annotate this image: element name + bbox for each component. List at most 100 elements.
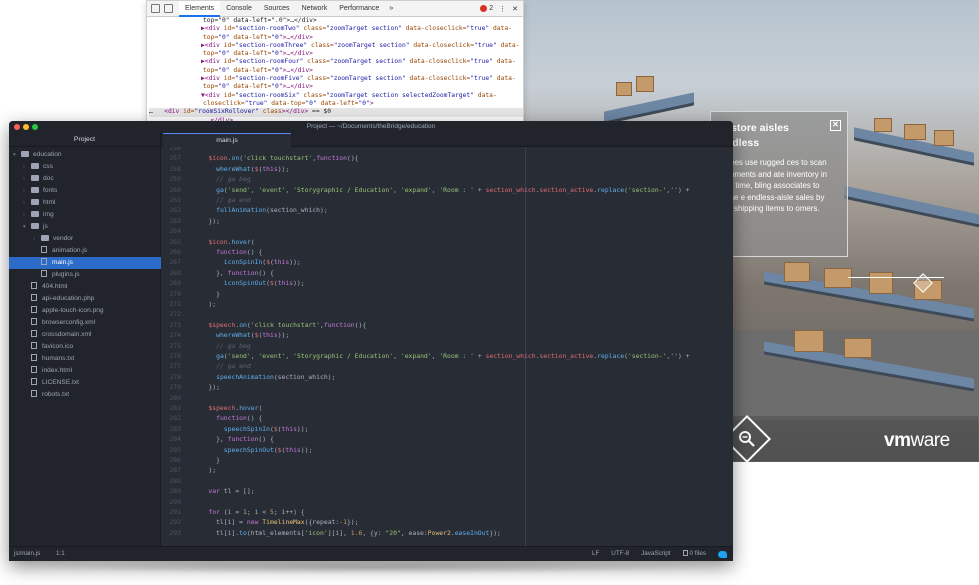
devtools-tabbar: Elements Console Sources Network Performance… (147, 1, 523, 17)
code-token: tl = []; (219, 487, 255, 496)
chevron-down-icon[interactable]: ▾ (23, 221, 31, 233)
tree-file[interactable]: LICENSE.txt (23, 377, 79, 389)
inspect-icon[interactable] (151, 4, 160, 13)
twitter-bird-icon[interactable] (718, 550, 727, 558)
tree-file[interactable]: crossdomain.xml (23, 329, 91, 341)
devtools-tab-elements[interactable]: Elements (179, 1, 221, 17)
dom-node-line[interactable]: top="0" data-left="0">…</div> (149, 34, 523, 42)
code-token: 'event' (258, 352, 286, 360)
dom-node-line[interactable]: top="0" data-left="0">…</div> (149, 50, 523, 58)
code-token: )); (277, 331, 290, 340)
code-token: $speech (208, 404, 236, 412)
tree-file[interactable]: humans.txt (23, 353, 74, 365)
popup-close-icon[interactable]: ✕ (830, 120, 841, 131)
folder-icon (41, 234, 49, 241)
dom-node-line[interactable]: top="0" data-left=".0">…</div> (149, 17, 523, 25)
chevron-right-icon[interactable]: › (23, 161, 31, 173)
status-grammar[interactable]: JavaScript (641, 547, 670, 561)
tree-file[interactable]: main.js (9, 257, 161, 269)
more-tabs-button[interactable]: » (385, 5, 397, 12)
code-line: 285 speechSpinOut($(this)); (161, 445, 733, 455)
code-token: ); (193, 466, 217, 475)
tree-folder[interactable]: › doc (23, 173, 54, 185)
line-number: 291 (169, 508, 181, 516)
tree-file[interactable]: favicon.ico (23, 341, 73, 353)
dom-node-line[interactable]: ▶<div id="section-roomTwo" class="zoomTa… (149, 25, 523, 33)
tree-file[interactable]: api-education.php (23, 293, 94, 305)
line-number: 265 (169, 237, 181, 246)
tree-file[interactable]: robots.txt (23, 389, 69, 401)
chevron-right-icon[interactable]: › (23, 197, 31, 209)
chevron-down-icon[interactable]: ▾ (13, 149, 21, 161)
tree-folder[interactable]: › css (23, 161, 53, 173)
chevron-right-icon[interactable]: › (33, 233, 41, 245)
devtools-tab-network[interactable]: Network (296, 1, 334, 17)
tab-main-js[interactable]: main.js (163, 133, 291, 147)
tree-folder[interactable]: › fonts (23, 185, 57, 197)
dom-token: "zoomTarget section" (326, 25, 402, 33)
chevron-right-icon[interactable]: › (23, 185, 31, 197)
tree-file[interactable]: 404.html (23, 281, 67, 293)
tree-item-content: browserconfig.xml (23, 318, 95, 326)
tree-folder[interactable]: ▾ education (13, 149, 62, 161)
line-number: 263 (169, 216, 181, 225)
dom-token: id= (223, 41, 236, 49)
dom-token: class= (303, 75, 330, 83)
dom-token: "true" (470, 75, 493, 83)
tree-file[interactable]: animation.js (33, 245, 87, 257)
error-badge[interactable]: 2 (480, 5, 493, 12)
code-area[interactable]: 256 257 $icon.on('click touchstart',funct… (161, 147, 733, 546)
tree-folder[interactable]: › vendor (33, 233, 73, 245)
tree-folder[interactable]: ▾ js (23, 221, 48, 233)
tree-file[interactable]: apple-touch-icon.png (23, 305, 104, 317)
dom-node-line[interactable]: ▶<div id="section-roomFour" class="zoomT… (149, 58, 523, 66)
device-toolbar-icon[interactable] (164, 4, 173, 13)
tree-file[interactable]: browserconfig.xml (23, 317, 95, 329)
close-icon[interactable]: ✕ (512, 5, 518, 13)
dom-token: > (369, 99, 374, 107)
code-token: for (208, 508, 220, 516)
cardboard-box (904, 124, 926, 140)
line-number: 287 (169, 466, 181, 475)
status-cursor-position[interactable]: 1:1 (56, 550, 65, 557)
code-token: ; i < (246, 508, 270, 516)
code-line: 258 whereWhat($(this)); (161, 164, 733, 174)
code-token: replace (597, 185, 625, 194)
dom-node-line[interactable]: top="0" data-left="0">…</div> (149, 83, 523, 91)
dom-node-line[interactable]: ▶<div id="section-roomThree" class="zoom… (149, 42, 523, 50)
line-number: 268 (169, 268, 181, 277)
code-token: () { (246, 414, 263, 423)
line-number: 270 (169, 289, 181, 298)
tree-folder[interactable]: › img (23, 209, 54, 221)
tree-file[interactable]: index.html (23, 365, 72, 377)
dom-node-line[interactable]: top="0" data-left="0">…</div> (149, 67, 523, 75)
dom-node-line[interactable]: ▶<div id="section-roomFive" class="zoomT… (149, 75, 523, 83)
dom-token: ▶<div (201, 75, 224, 83)
devtools-tab-sources[interactable]: Sources (258, 1, 296, 17)
code-line: 262 fullAnimation(section_which); (161, 205, 733, 215)
status-file-path[interactable]: js/main.js (14, 550, 40, 557)
dom-node-line[interactable]: closeclick="true" data-top="0" data-left… (149, 100, 523, 108)
devtools-tab-performance[interactable]: Performance (333, 1, 385, 17)
dom-node-line[interactable]: ▼<div id="section-roomSix" class="zoomTa… (149, 92, 523, 100)
tree-folder[interactable]: › html (23, 197, 55, 209)
code-token: ][i], (327, 528, 351, 537)
dom-node-line[interactable]: … <div id="roomSixRollover" class></div>… (149, 108, 523, 117)
tree-file[interactable]: plugins.js (33, 269, 80, 281)
code-line: 275 // ga beg (161, 341, 733, 351)
status-encoding[interactable]: UTF-8 (611, 547, 629, 561)
chevron-right-icon[interactable]: › (23, 209, 31, 221)
status-line-ending[interactable]: LF (592, 547, 599, 561)
folder-icon (31, 222, 39, 229)
chevron-right-icon[interactable]: › (23, 173, 31, 185)
dom-token: class= (307, 41, 334, 49)
devtools-tab-console[interactable]: Console (220, 1, 258, 17)
kebab-menu-icon[interactable]: ⋮ (499, 5, 506, 13)
status-git-files[interactable]: 0 files (682, 547, 706, 561)
code-token: this (277, 279, 294, 288)
code-line: 268 }, function() { (161, 268, 733, 278)
